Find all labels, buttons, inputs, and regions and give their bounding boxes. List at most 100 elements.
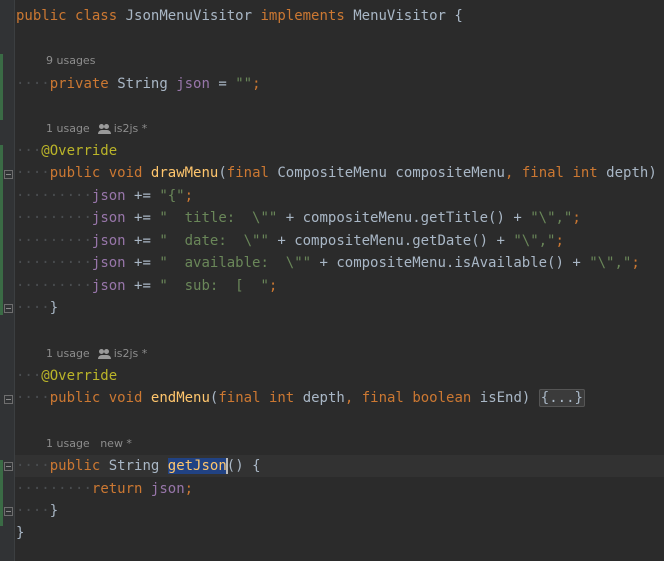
- operator: +=: [125, 233, 160, 249]
- string-literal: "\",": [589, 255, 632, 271]
- code-line-annotation[interactable]: ···@Override: [16, 140, 117, 162]
- fold-toggle-icon[interactable]: [4, 507, 13, 516]
- keyword: void: [108, 390, 143, 406]
- param-name: isEnd: [479, 390, 522, 406]
- usages-count[interactable]: 1 usage: [46, 122, 90, 135]
- operator: +=: [125, 255, 160, 271]
- class-name: JsonMenuVisitor: [125, 8, 253, 24]
- operator: +=: [125, 278, 160, 294]
- paren: () {: [226, 458, 261, 474]
- code-line-annotation[interactable]: ···@Override: [16, 365, 117, 387]
- brace: }: [49, 300, 59, 316]
- operator: +=: [125, 210, 160, 226]
- fold-toggle-icon[interactable]: [4, 170, 13, 179]
- keyword: private: [49, 76, 109, 92]
- semicolon: ;: [555, 233, 564, 249]
- brace: }: [49, 503, 59, 519]
- string-literal: " date: \"": [159, 233, 269, 249]
- operator: +=: [125, 188, 160, 204]
- code-line-body[interactable]: ·········json += "{";: [16, 185, 193, 207]
- string-literal: "{": [159, 188, 185, 204]
- comma: ,: [504, 165, 514, 181]
- code-line-close-brace[interactable]: ····}: [16, 297, 58, 319]
- string-literal: "\",": [530, 210, 573, 226]
- field-name: json: [91, 255, 126, 271]
- semicolon: ;: [184, 481, 194, 497]
- usages-count[interactable]: 1 usage: [46, 437, 90, 450]
- semicolon: ;: [252, 76, 261, 92]
- keyword: final: [218, 390, 261, 406]
- code-line-drawmenu-signature[interactable]: ····public void drawMenu(final Composite…: [16, 162, 664, 184]
- vcs-change-marker[interactable]: [0, 145, 3, 315]
- vcs-change-marker[interactable]: [0, 54, 3, 120]
- code-line-close-brace[interactable]: ····}: [16, 500, 58, 522]
- field-name: json: [91, 188, 126, 204]
- annotation: @Override: [41, 368, 118, 384]
- code-line-class-declaration[interactable]: public class JsonMenuVisitor implements …: [16, 5, 463, 27]
- param-name: depth: [606, 165, 649, 181]
- expression: + compositeMenu.getDate() +: [268, 233, 514, 249]
- keyword: implements: [260, 8, 345, 24]
- field-name: json: [91, 278, 126, 294]
- code-line-body[interactable]: ·········json += " sub: [ ";: [16, 275, 277, 297]
- semicolon: ;: [184, 188, 194, 204]
- selected-method-name[interactable]: getJson: [167, 458, 227, 474]
- usages-count[interactable]: 1 usage: [46, 347, 90, 360]
- code-line-class-close-brace[interactable]: }: [16, 522, 24, 544]
- users-icon: [97, 124, 111, 134]
- brace: {: [454, 8, 463, 24]
- folded-code-block[interactable]: {...}: [538, 389, 585, 407]
- keyword: void: [108, 165, 143, 181]
- paren: (: [218, 165, 227, 181]
- code-line-return[interactable]: ·········return json;: [16, 478, 193, 500]
- paren: ) {: [648, 165, 657, 181]
- semicolon: ;: [572, 210, 581, 226]
- author-label[interactable]: is2js *: [114, 347, 148, 360]
- string-literal: "": [235, 76, 253, 92]
- usages-hint[interactable]: 9 usages: [46, 52, 95, 70]
- keyword: public: [49, 165, 101, 181]
- code-line-getjson-signature[interactable]: ····public String getJson() {: [16, 455, 261, 477]
- operator: =: [218, 76, 227, 92]
- field-name: json: [91, 233, 126, 249]
- usages-hint[interactable]: 1 usage is2js *: [46, 120, 147, 138]
- semicolon: ;: [631, 255, 640, 271]
- paren: ): [521, 390, 539, 406]
- string-literal: " available: \"": [159, 255, 312, 271]
- fold-toggle-icon[interactable]: [4, 462, 13, 471]
- vcs-change-marker[interactable]: [0, 460, 3, 526]
- usages-hint[interactable]: 1 usage new *: [46, 435, 132, 453]
- keyword: return: [91, 481, 143, 497]
- param-name: compositeMenu: [395, 165, 505, 181]
- keyword: final: [226, 165, 269, 181]
- author-label[interactable]: new *: [100, 437, 132, 450]
- string-literal: "\",": [513, 233, 556, 249]
- fold-toggle-icon[interactable]: [4, 395, 13, 404]
- method-name: drawMenu: [150, 165, 219, 181]
- comma: ,: [344, 390, 354, 406]
- code-line-body[interactable]: ·········json += " title: \"" + composit…: [16, 207, 581, 229]
- code-line-endmenu-signature[interactable]: ····public void endMenu(final int depth,…: [16, 387, 585, 409]
- interface-name: MenuVisitor: [353, 8, 446, 24]
- keyword: public: [16, 8, 67, 24]
- brace: }: [16, 525, 25, 541]
- code-line-body[interactable]: ·········json += " available: \"" + comp…: [16, 252, 640, 274]
- keyword: int: [572, 165, 598, 181]
- fold-toggle-icon[interactable]: [4, 304, 13, 313]
- keyword: final: [361, 390, 404, 406]
- type-name: String: [108, 458, 160, 474]
- string-literal: " sub: [ ": [159, 278, 269, 294]
- keyword: int: [268, 390, 295, 406]
- field-name: json: [176, 76, 210, 92]
- keyword: public: [49, 390, 101, 406]
- type-name: CompositeMenu: [277, 165, 387, 181]
- expression: + compositeMenu.getTitle() +: [277, 210, 531, 226]
- author-label[interactable]: is2js *: [114, 122, 148, 135]
- code-line-field[interactable]: ····private String json = "";: [16, 73, 261, 95]
- usages-hint[interactable]: 1 usage is2js *: [46, 345, 147, 363]
- code-line-body[interactable]: ·········json += " date: \"" + composite…: [16, 230, 564, 252]
- string-literal: " title: \"": [159, 210, 278, 226]
- users-icon: [97, 349, 111, 359]
- method-name: endMenu: [150, 390, 210, 406]
- field-name: json: [91, 210, 126, 226]
